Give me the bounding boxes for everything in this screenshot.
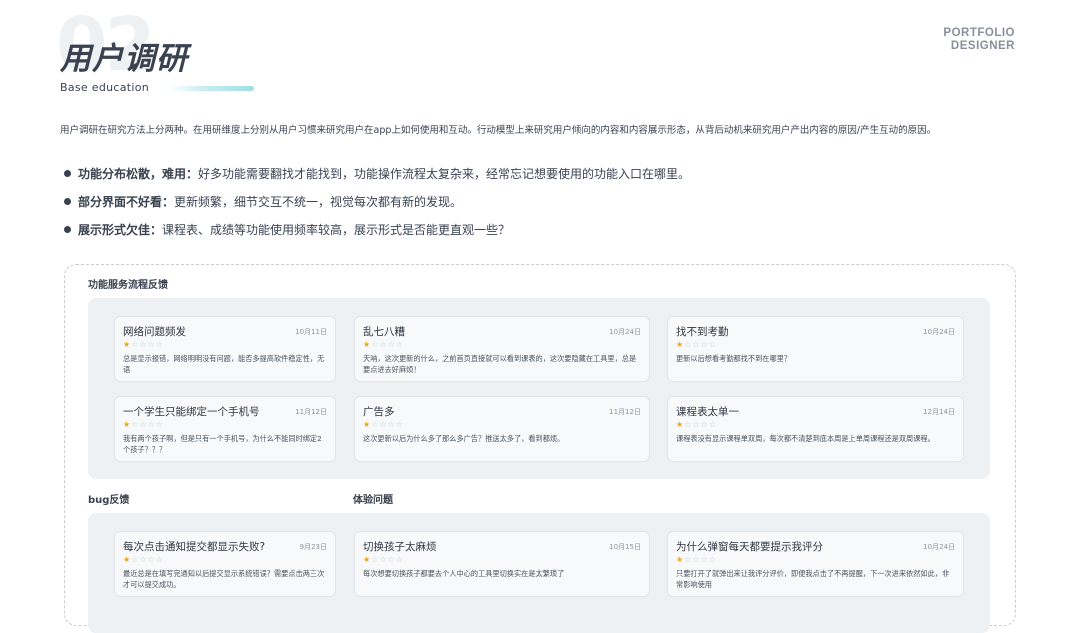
brand-line-1: PORTFOLIO [943,27,1015,39]
review-body: 最近总是在填写完通知以后提交显示系统错误？需要点击两三次才可以提交成功。 [123,569,325,589]
review-title: 广告多 [363,406,395,418]
review-title: 课程表太单一 [676,406,739,418]
star-rating: ★☆☆☆☆ [676,555,717,564]
star-rating: ★☆☆☆☆ [123,555,164,564]
section-label-flow: 功能服务流程反馈 [88,280,168,291]
pain-point-item: 展示形式欠佳：课程表、成绩等功能使用频率较高，展示形式是否能更直观一些？ [64,216,690,244]
review-body: 只要打开了就弹出来让我评分评价，即便我点击了不再提醒，下一次进来依然如此，非常影… [676,569,950,589]
pain-point-item: 功能分布松散，难用：好多功能需要翻找才能找到，功能操作流程太复杂来，经常忘记想要… [64,160,690,188]
review-date: 10月24日 [609,328,641,336]
review-card: 一个学生只能绑定一个手机号 11月12日 ★☆☆☆☆ 我有两个孩子啊，但是只有一… [114,396,336,462]
star-rating: ★☆☆☆☆ [363,555,404,564]
review-body: 每次想要切换孩子都要去个人中心的工具里切换实在是太繁琐了 [363,569,565,578]
review-date: 11月12日 [295,408,327,416]
accent-bar [168,86,254,91]
pain-point-text: 更新频繁，细节交互不统一，视觉每次都有新的发现。 [174,195,463,209]
review-date: 10月24日 [923,328,955,336]
review-date: 10月11日 [295,328,327,336]
review-date: 11月12日 [609,408,641,416]
review-title: 找不到考勤 [676,326,729,338]
review-title: 每次点击通知提交都显示失败? [123,541,266,553]
review-card: 课程表太单一 12月14日 ★☆☆☆☆ 课程表没有显示课程单双周，每次都不清楚到… [667,396,964,462]
review-date: 9月23日 [299,543,327,551]
pain-point-text: 好多功能需要翻找才能找到，功能操作流程太复杂来，经常忘记想要使用的功能入口在哪里… [198,167,691,181]
brand-logo: PORTFOLIO DESIGNER [943,27,1015,53]
star-rating: ★☆☆☆☆ [676,420,717,429]
review-body: 我有两个孩子啊，但是只有一个手机号，为什么不能同时绑定2个孩子？？？ [123,434,322,454]
review-title: 为什么弹窗每天都要提示我评分 [676,541,823,553]
review-body: 这次更新以后为什么多了那么多广告？推送太多了，看到都烦。 [363,434,565,443]
review-body: 课程表没有显示课程单双周，每次都不清楚到底本周是上单周课程还是双周课程。 [676,434,935,443]
review-card: 广告多 11月12日 ★☆☆☆☆ 这次更新以后为什么多了那么多广告？推送太多了，… [354,396,650,462]
review-card: 为什么弹窗每天都要提示我评分 10月24日 ★☆☆☆☆ 只要打开了就弹出来让我评… [667,531,964,597]
review-card: 乱七八糟 10月24日 ★☆☆☆☆ 天呐，这次更新的什么，之前首页直接就可以看到… [354,316,650,382]
review-body: 天呐，这次更新的什么，之前首页直接就可以看到课表的，这次要隐藏在工具里，总是要点… [363,354,637,374]
star-rating: ★☆☆☆☆ [363,420,404,429]
star-rating: ★☆☆☆☆ [363,340,404,349]
review-card: 切换孩子太麻烦 10月15日 ★☆☆☆☆ 每次想要切换孩子都要去个人中心的工具里… [354,531,650,597]
star-rating: ★☆☆☆☆ [123,340,164,349]
review-body: 更新以后想看考勤都找不到在哪里？ [676,354,792,363]
review-date: 10月24日 [923,543,955,551]
pain-point-heading: 部分界面不好看： [78,195,175,209]
review-card: 网络问题频发 10月11日 ★☆☆☆☆ 总是显示报错，网络明明没有问题，能否多提… [114,316,336,382]
pain-point-item: 部分界面不好看：更新频繁，细节交互不统一，视觉每次都有新的发现。 [64,188,690,216]
section-label-experience: 体验问题 [353,495,393,506]
bullet-dot [64,226,71,233]
intro-paragraph: 用户调研在研究方法上分两种。在用研维度上分别从用户习惯来研究用户在app上如何使… [60,125,937,136]
brand-line-2: DESIGNER [950,40,1015,52]
pain-point-heading: 功能分布松散，难用： [78,167,199,181]
review-title: 切换孩子太麻烦 [363,541,437,553]
page-subtitle: Base education [60,81,150,94]
review-title: 乱七八糟 [363,326,405,338]
review-card: 找不到考勤 10月24日 ★☆☆☆☆ 更新以后想看考勤都找不到在哪里？ [667,316,964,382]
review-date: 12月14日 [923,408,955,416]
star-rating: ★☆☆☆☆ [123,420,164,429]
review-card: 每次点击通知提交都显示失败? 9月23日 ★☆☆☆☆ 最近总是在填写完通知以后提… [114,531,336,597]
section-label-bug: bug反馈 [88,495,130,506]
pain-point-list: 功能分布松散，难用：好多功能需要翻找才能找到，功能操作流程太复杂来，经常忘记想要… [64,160,690,244]
page-title: 用户调研 [60,41,188,77]
bullet-dot [64,170,71,177]
review-body: 总是显示报错，网络明明没有问题，能否多提高软件稳定性，无语 [123,354,325,374]
review-date: 10月15日 [609,543,641,551]
bullet-dot [64,198,71,205]
star-rating: ★☆☆☆☆ [676,340,717,349]
pain-point-heading: 展示形式欠佳： [78,223,163,237]
pain-point-text: 课程表、成绩等功能使用频率较高，展示形式是否能更直观一些？ [162,223,511,237]
